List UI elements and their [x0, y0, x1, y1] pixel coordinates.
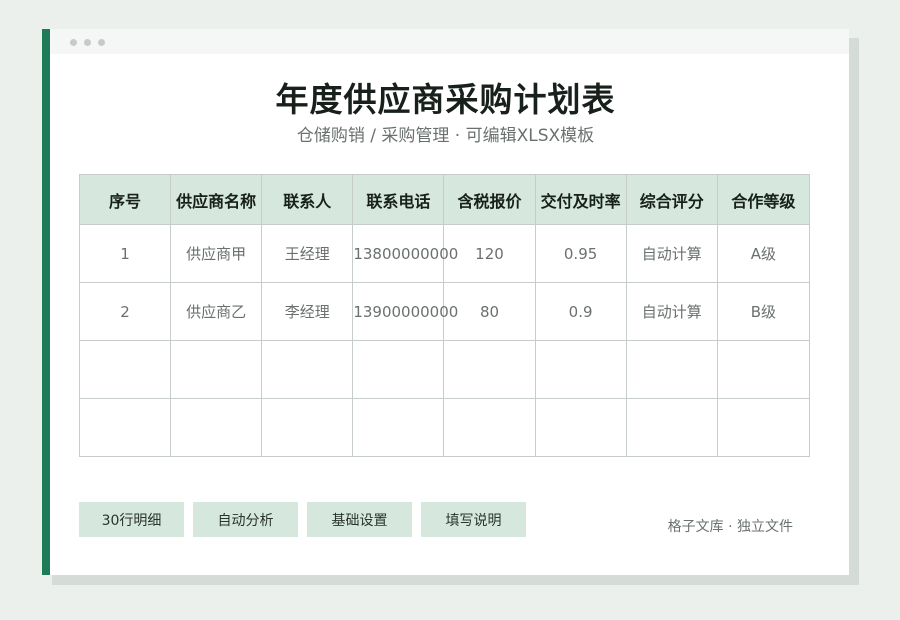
table-header-row: 序号 供应商名称 联系人 联系电话 含税报价 交付及时率 综合评分 合作等级: [78, 174, 811, 225]
table-cell[interactable]: [170, 398, 263, 457]
column-header-price: 含税报价: [443, 174, 536, 225]
column-header-index: 序号: [78, 174, 172, 225]
table-row: [78, 398, 811, 457]
table-cell[interactable]: [170, 340, 263, 399]
table-cell[interactable]: 2: [78, 282, 172, 341]
footer-source: 格子文库 · 独立文件: [667, 519, 793, 535]
table-cell[interactable]: [716, 340, 811, 399]
table-cell[interactable]: [534, 398, 627, 457]
column-header-supplier: 供应商名称: [170, 174, 263, 225]
table-row: 1 供应商甲 王经理 13800000000 120 0.95 自动计算 A级: [78, 224, 811, 283]
table-cell[interactable]: 自动计算: [625, 224, 718, 283]
table-cell[interactable]: B级: [716, 282, 811, 341]
detail-rows-button[interactable]: 30行明细: [79, 502, 184, 537]
table-cell[interactable]: 供应商甲: [170, 224, 263, 283]
table-cell[interactable]: [443, 398, 536, 457]
table-cell[interactable]: 13800000000: [352, 224, 458, 283]
sheet-tab-buttons: 30行明细 自动分析 基础设置 填写说明: [79, 502, 526, 537]
table-cell[interactable]: [625, 340, 718, 399]
document-card: 年度供应商采购计划表 仓储购销 / 采购管理 · 可编辑XLSX模板 序号 供应…: [42, 29, 849, 575]
table-cell[interactable]: 自动计算: [625, 282, 718, 341]
auto-analysis-button[interactable]: 自动分析: [193, 502, 298, 537]
window-dot-icon: [70, 39, 77, 46]
table-cell[interactable]: A级: [716, 224, 811, 283]
window-titlebar: [50, 29, 849, 54]
table-cell[interactable]: 供应商乙: [170, 282, 263, 341]
table-cell[interactable]: [716, 398, 811, 457]
table-cell[interactable]: [625, 398, 718, 457]
table-cell[interactable]: [261, 398, 354, 457]
table-cell[interactable]: [443, 340, 536, 399]
table-cell[interactable]: [534, 340, 627, 399]
table-cell[interactable]: [261, 340, 354, 399]
table-cell[interactable]: 李经理: [261, 282, 354, 341]
page-subtitle: 仓储购销 / 采购管理 · 可编辑XLSX模板: [296, 126, 595, 146]
window-dot-icon: [98, 39, 105, 46]
table-cell[interactable]: [78, 398, 172, 457]
table-cell[interactable]: [78, 340, 172, 399]
table-row: [78, 340, 811, 399]
column-header-phone: 联系电话: [352, 174, 445, 225]
column-header-ontime-rate: 交付及时率: [534, 174, 627, 225]
column-header-contact: 联系人: [261, 174, 354, 225]
table-cell[interactable]: [352, 398, 445, 457]
basic-settings-button[interactable]: 基础设置: [307, 502, 412, 537]
instructions-button[interactable]: 填写说明: [421, 502, 526, 537]
page-title: 年度供应商采购计划表: [275, 80, 616, 119]
column-header-grade: 合作等级: [716, 174, 811, 225]
table-cell[interactable]: [352, 340, 445, 399]
purchase-plan-table: 序号 供应商名称 联系人 联系电话 含税报价 交付及时率 综合评分 合作等级 1…: [78, 174, 811, 457]
table-cell[interactable]: 13900000000: [352, 282, 458, 341]
table-cell[interactable]: 0.95: [534, 224, 627, 283]
window-dot-icon: [84, 39, 91, 46]
window-dots: [70, 39, 105, 46]
column-header-score: 综合评分: [625, 174, 718, 225]
table-cell[interactable]: 1: [78, 224, 172, 283]
table-row: 2 供应商乙 李经理 13900000000 80 0.9 自动计算 B级: [78, 282, 811, 341]
table-cell[interactable]: 王经理: [261, 224, 354, 283]
table-cell[interactable]: 0.9: [534, 282, 627, 341]
